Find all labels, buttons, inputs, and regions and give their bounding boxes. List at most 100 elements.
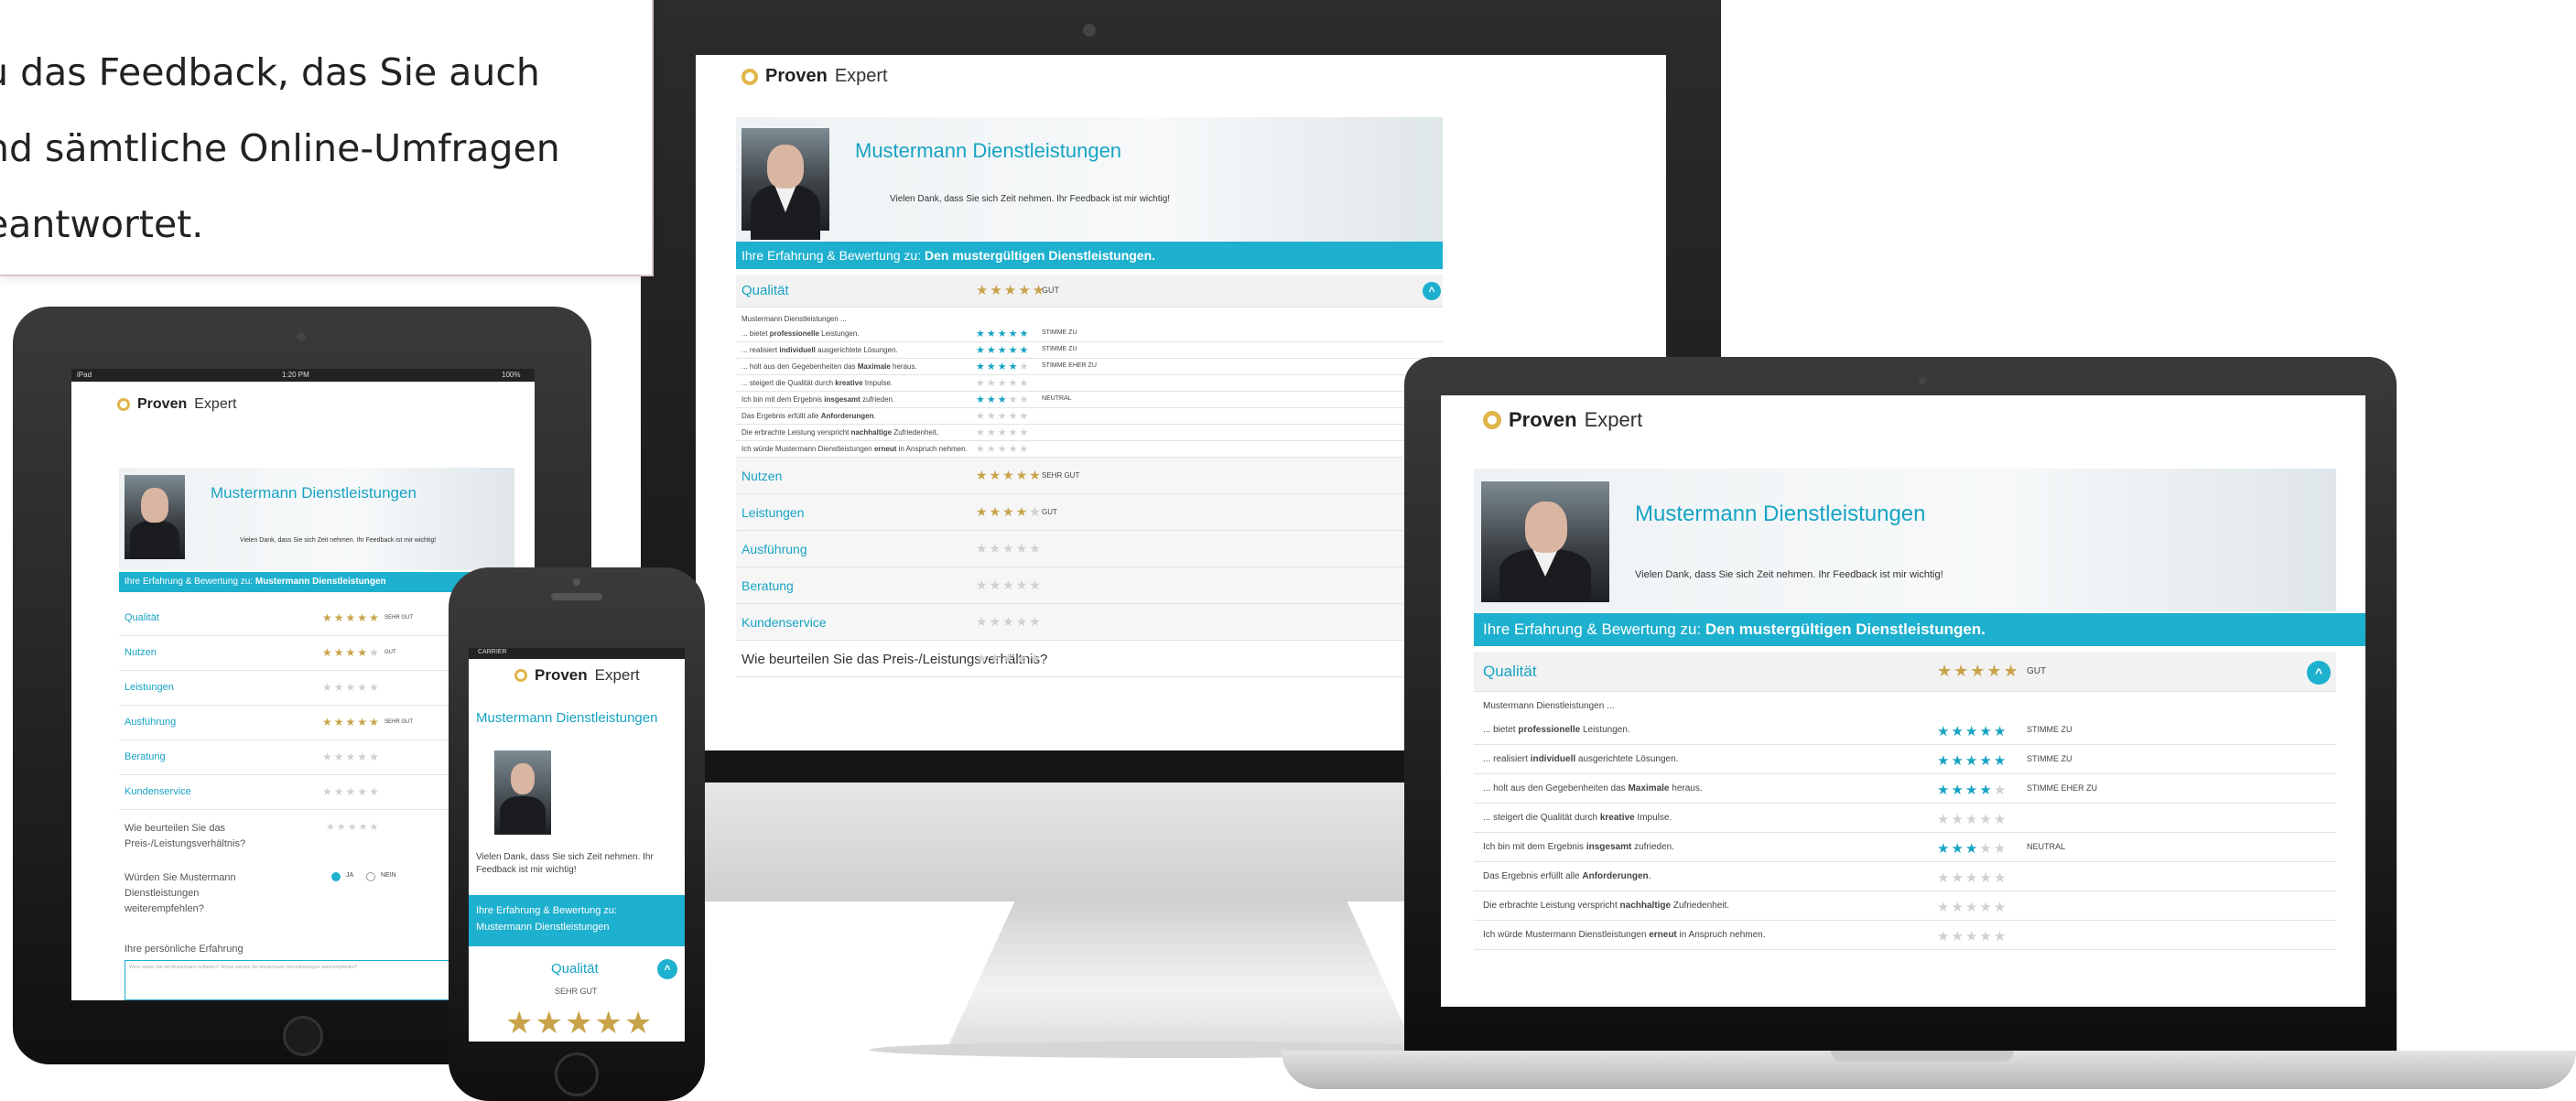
star-filled-icon[interactable]: ★: [976, 468, 990, 482]
no-radio[interactable]: [366, 872, 375, 881]
star-empty-icon[interactable]: ★: [1979, 900, 1993, 915]
star-empty-icon[interactable]: ★: [1965, 812, 1979, 827]
star-empty-icon[interactable]: ★: [322, 785, 334, 798]
category-row[interactable]: Ausführung ★★★★★: [736, 531, 1443, 567]
star-empty-icon[interactable]: ★: [1020, 427, 1031, 438]
star-empty-icon[interactable]: ★: [1937, 870, 1951, 886]
star-empty-icon[interactable]: ★: [987, 427, 998, 438]
star-empty-icon[interactable]: ★: [1965, 870, 1979, 886]
star-filled-icon[interactable]: ★: [357, 716, 369, 729]
star-empty-icon[interactable]: ★: [1979, 870, 1993, 886]
star-empty-icon[interactable]: ★: [1020, 394, 1031, 405]
star-empty-icon[interactable]: ★: [990, 614, 1003, 629]
collapse-toggle-icon[interactable]: ^: [1423, 282, 1441, 300]
star-empty-icon[interactable]: ★: [322, 681, 334, 694]
star-filled-icon[interactable]: ★: [346, 646, 358, 659]
star-rating[interactable]: ★★★★★: [322, 750, 381, 763]
star-empty-icon[interactable]: ★: [322, 750, 334, 763]
star-rating[interactable]: ★★★★★: [976, 504, 1043, 520]
star-filled-icon[interactable]: ★: [1994, 753, 2008, 769]
star-empty-icon[interactable]: ★: [976, 378, 987, 389]
star-empty-icon[interactable]: ★: [1009, 411, 1020, 422]
star-empty-icon[interactable]: ★: [1009, 444, 1020, 455]
star-filled-icon[interactable]: ★: [346, 716, 358, 729]
star-filled-icon[interactable]: ★: [1937, 783, 1951, 798]
star-filled-icon[interactable]: ★: [1937, 724, 1951, 739]
star-empty-icon[interactable]: ★: [1951, 870, 1964, 886]
star-empty-icon[interactable]: ★: [976, 444, 987, 455]
star-empty-icon[interactable]: ★: [1002, 651, 1016, 665]
star-filled-icon[interactable]: ★: [976, 362, 987, 372]
star-filled-icon[interactable]: ★: [998, 362, 1009, 372]
star-empty-icon[interactable]: ★: [357, 785, 369, 798]
star-rating[interactable]: ★★★★★: [322, 646, 381, 659]
star-rating[interactable]: ★★★★★: [322, 611, 381, 624]
star-empty-icon[interactable]: ★: [998, 378, 1009, 389]
star-empty-icon[interactable]: ★: [1002, 541, 1016, 556]
star-empty-icon[interactable]: ★: [369, 646, 381, 659]
quality-row[interactable]: Qualität ★★★★★ GUT ^: [1474, 652, 2336, 692]
category-row[interactable]: Kundenservice ★★★★★: [736, 604, 1443, 641]
quality-row[interactable]: Qualität ★★★★★ GUT ^: [736, 275, 1443, 308]
star-rating[interactable]: ★★★★★: [976, 361, 1030, 372]
star-filled-icon[interactable]: ★: [1979, 724, 1993, 739]
star-empty-icon[interactable]: ★: [1016, 651, 1030, 665]
star-empty-icon[interactable]: ★: [987, 444, 998, 455]
star-filled-icon[interactable]: ★: [1016, 504, 1030, 519]
star-empty-icon[interactable]: ★: [1016, 541, 1030, 556]
star-rating[interactable]: ★★★★★: [1937, 840, 2008, 857]
star-filled-icon[interactable]: ★: [1002, 504, 1016, 519]
category-row[interactable]: Leistungen ★★★★★ GUT: [736, 494, 1443, 531]
star-rating[interactable]: ★★★★★: [976, 541, 1043, 556]
star-filled-icon[interactable]: ★: [334, 646, 346, 659]
star-filled-icon[interactable]: ★: [976, 345, 987, 356]
star-empty-icon[interactable]: ★: [346, 750, 358, 763]
star-empty-icon[interactable]: ★: [1951, 812, 1964, 827]
star-filled-icon[interactable]: ★: [990, 468, 1003, 482]
star-empty-icon[interactable]: ★: [1979, 929, 1993, 944]
collapse-toggle-icon[interactable]: ^: [657, 959, 677, 979]
star-empty-icon[interactable]: ★: [1009, 394, 1020, 405]
star-empty-icon[interactable]: ★: [357, 750, 369, 763]
star-filled-icon[interactable]: ★: [369, 611, 381, 624]
star-filled-icon[interactable]: ★: [1009, 329, 1020, 340]
star-empty-icon[interactable]: ★: [976, 411, 987, 422]
phone-quality-stars[interactable]: ★★★★★: [505, 1005, 654, 1042]
star-empty-icon[interactable]: ★: [1002, 577, 1016, 592]
star-rating[interactable]: ★★★★★: [1937, 782, 2008, 798]
star-filled-icon[interactable]: ★: [976, 394, 987, 405]
star-empty-icon[interactable]: ★: [976, 541, 990, 556]
star-filled-icon[interactable]: ★: [1965, 841, 1979, 857]
star-empty-icon[interactable]: ★: [998, 444, 1009, 455]
star-rating[interactable]: ★★★★★: [976, 426, 1030, 438]
star-filled-icon[interactable]: ★: [976, 504, 990, 519]
star-rating[interactable]: ★★★★★: [1937, 869, 2008, 886]
star-filled-icon[interactable]: ★: [1020, 329, 1031, 340]
price-stars[interactable]: ★★★★★: [326, 821, 380, 833]
star-empty-icon[interactable]: ★: [987, 378, 998, 389]
star-empty-icon[interactable]: ★: [1029, 541, 1043, 556]
star-empty-icon[interactable]: ★: [998, 411, 1009, 422]
star-empty-icon[interactable]: ★: [1937, 812, 1951, 827]
star-filled-icon[interactable]: ★: [987, 394, 998, 405]
star-empty-icon[interactable]: ★: [1951, 929, 1964, 944]
star-empty-icon[interactable]: ★: [334, 785, 346, 798]
star-filled-icon[interactable]: ★: [998, 394, 1009, 405]
star-empty-icon[interactable]: ★: [1002, 614, 1016, 629]
star-filled-icon[interactable]: ★: [322, 716, 334, 729]
star-rating[interactable]: ★★★★★: [1937, 811, 2008, 827]
star-rating[interactable]: ★★★★★: [322, 681, 381, 694]
star-filled-icon[interactable]: ★: [334, 611, 346, 624]
star-empty-icon[interactable]: ★: [1020, 378, 1031, 389]
star-filled-icon[interactable]: ★: [1965, 783, 1979, 798]
star-empty-icon[interactable]: ★: [1937, 929, 1951, 944]
star-filled-icon[interactable]: ★: [1951, 753, 1964, 769]
star-empty-icon[interactable]: ★: [990, 541, 1003, 556]
star-filled-icon[interactable]: ★: [1016, 468, 1030, 482]
star-empty-icon[interactable]: ★: [1029, 504, 1043, 519]
star-filled-icon[interactable]: ★: [1994, 724, 2008, 739]
star-filled-icon[interactable]: ★: [998, 329, 1009, 340]
star-empty-icon[interactable]: ★: [369, 681, 381, 694]
star-filled-icon[interactable]: ★: [1965, 724, 1979, 739]
star-empty-icon[interactable]: ★: [1016, 577, 1030, 592]
